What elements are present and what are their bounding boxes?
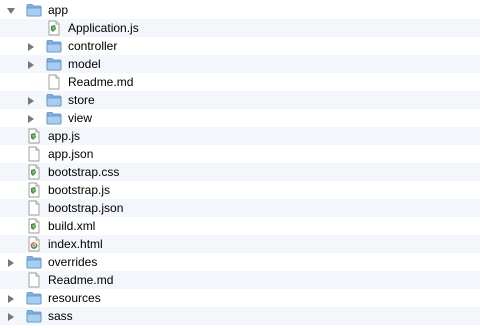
tree-file-row[interactable]: Readme.md xyxy=(0,271,480,289)
tree-file-row[interactable]: app.js xyxy=(0,127,480,145)
tree-file-row[interactable]: Readme.md xyxy=(0,73,480,91)
tree-item-label: controller xyxy=(68,39,118,53)
folder-icon xyxy=(26,308,42,324)
tree-file-row[interactable]: Application.js xyxy=(0,19,480,37)
tree-item-label: resources xyxy=(48,291,101,305)
tree-folder-row[interactable]: overrides xyxy=(0,253,480,271)
tree-item-label: bootstrap.css xyxy=(48,165,120,179)
tree-file-row[interactable]: app.json xyxy=(0,145,480,163)
folder-icon xyxy=(46,38,62,54)
script-file-icon xyxy=(26,182,42,198)
document-icon xyxy=(46,74,62,90)
tree-folder-row[interactable]: sass xyxy=(0,307,480,325)
html-file-icon xyxy=(26,236,42,252)
folder-icon xyxy=(46,110,62,126)
disclosure-collapsed-icon[interactable] xyxy=(26,59,36,69)
folder-icon xyxy=(26,290,42,306)
disclosure-collapsed-icon[interactable] xyxy=(26,95,36,105)
document-icon xyxy=(26,272,42,288)
folder-icon xyxy=(46,92,62,108)
tree-folder-row[interactable]: app xyxy=(0,1,480,19)
folder-icon xyxy=(46,56,62,72)
tree-item-label: app.js xyxy=(48,129,81,143)
tree-item-label: index.html xyxy=(48,237,103,251)
disclosure-collapsed-icon[interactable] xyxy=(26,113,36,123)
tree-item-label: app.json xyxy=(48,147,94,161)
tree-file-row[interactable]: index.html xyxy=(0,235,480,253)
tree-folder-row[interactable]: view xyxy=(0,109,480,127)
document-icon xyxy=(26,146,42,162)
tree-item-label: bootstrap.js xyxy=(48,183,111,197)
script-file-icon xyxy=(26,128,42,144)
tree-folder-row[interactable]: store xyxy=(0,91,480,109)
tree-item-label: Readme.md xyxy=(68,75,134,89)
tree-item-label: model xyxy=(68,57,101,71)
tree-file-row[interactable]: bootstrap.css xyxy=(0,163,480,181)
tree-item-label: overrides xyxy=(48,255,98,269)
tree-item-label: bootstrap.json xyxy=(48,201,124,215)
disclosure-collapsed-icon[interactable] xyxy=(26,41,36,51)
tree-file-row[interactable]: build.xml xyxy=(0,217,480,235)
script-file-icon xyxy=(26,218,42,234)
tree-folder-row[interactable]: resources xyxy=(0,289,480,307)
folder-icon xyxy=(26,254,42,270)
disclosure-expanded-icon[interactable] xyxy=(6,5,16,15)
disclosure-collapsed-icon[interactable] xyxy=(6,311,16,321)
tree-file-row[interactable]: bootstrap.json xyxy=(0,199,480,217)
document-icon xyxy=(26,200,42,216)
tree-item-label: Application.js xyxy=(68,21,139,35)
disclosure-collapsed-icon[interactable] xyxy=(6,293,16,303)
disclosure-collapsed-icon[interactable] xyxy=(6,257,16,267)
script-file-icon xyxy=(26,164,42,180)
tree-item-label: view xyxy=(68,111,93,125)
tree-folder-row[interactable]: model xyxy=(0,55,480,73)
tree-item-label: Readme.md xyxy=(48,273,114,287)
tree-item-label: sass xyxy=(48,309,73,323)
tree-item-label: build.xml xyxy=(48,219,96,233)
script-file-icon xyxy=(46,20,62,36)
tree-file-row[interactable]: bootstrap.js xyxy=(0,181,480,199)
folder-icon xyxy=(26,2,42,18)
tree-folder-row[interactable]: controller xyxy=(0,37,480,55)
tree-item-label: store xyxy=(68,93,95,107)
tree-item-label: app xyxy=(48,3,69,17)
